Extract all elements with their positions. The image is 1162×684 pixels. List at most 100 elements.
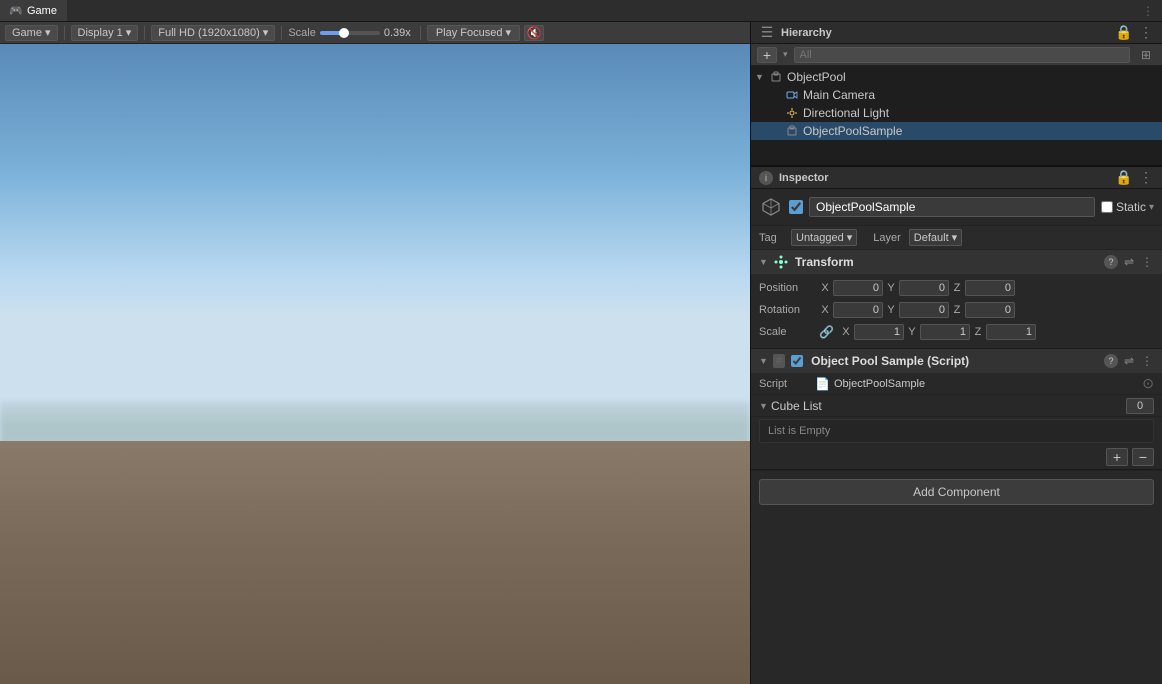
static-arrow[interactable]: ▾ xyxy=(1149,202,1154,213)
tree-item-directionallight-label: Directional Light xyxy=(803,106,889,120)
transform-help-button[interactable]: ? xyxy=(1104,255,1118,269)
inspector-dots-icon[interactable]: ⋮ xyxy=(1138,170,1154,186)
script-label: Script xyxy=(759,378,809,390)
script-file-row: Script 📄 ObjectPoolSample ⊙ xyxy=(751,373,1162,395)
tree-item-objectpoolsample[interactable]: ObjectPoolSample xyxy=(751,122,1162,140)
position-y-axis: Y xyxy=(885,282,897,294)
transform-title: Transform xyxy=(795,255,1100,269)
tag-dropdown[interactable]: Untagged ▾ xyxy=(791,229,857,246)
layer-dropdown[interactable]: Default ▾ xyxy=(909,229,962,246)
maincamera-icon xyxy=(785,88,799,102)
script-help-button[interactable]: ? xyxy=(1104,354,1118,368)
tree-item-objectpoolsample-label: ObjectPoolSample xyxy=(803,124,902,138)
script-component: ▼ # Object Pool Sample (Script) ? ⇌ ⋮ Sc… xyxy=(751,349,1162,470)
list-remove-button[interactable]: − xyxy=(1132,448,1154,466)
scale-y-axis: Y xyxy=(906,326,918,338)
cube-list-arrow[interactable]: ▼ xyxy=(759,401,771,411)
scale-label: Scale xyxy=(288,27,316,39)
script-file-icon: 📄 xyxy=(815,377,830,391)
game-tab[interactable]: 🎮 Game xyxy=(0,0,67,21)
scale-y-input[interactable] xyxy=(920,324,970,340)
script-component-header[interactable]: ▼ # Object Pool Sample (Script) ? ⇌ ⋮ xyxy=(751,349,1162,373)
scale-x-input[interactable] xyxy=(854,324,904,340)
top-tab-bar: 🎮 Game ⋮ xyxy=(0,0,1162,22)
game-tab-label: Game xyxy=(27,5,57,17)
layer-label: Layer xyxy=(873,232,901,244)
rotation-y-input[interactable] xyxy=(899,302,949,318)
hierarchy-add-arrow: ▾ xyxy=(783,49,788,60)
resolution-dropdown-label: Full HD (1920x1080) xyxy=(158,27,260,39)
script-preset-button[interactable]: ⇌ xyxy=(1122,354,1136,368)
object-cube-icon xyxy=(759,195,783,219)
resolution-dropdown[interactable]: Full HD (1920x1080) ▾ xyxy=(151,25,275,41)
game-dropdown-label: Game xyxy=(12,27,42,39)
rotation-row: Rotation X Y Z xyxy=(759,300,1154,320)
inspector-header: i Inspector 🔒 ⋮ xyxy=(751,167,1162,189)
position-x-input[interactable] xyxy=(833,280,883,296)
focused-play-button[interactable]: Play Focused ▾ xyxy=(427,25,520,41)
inspector-panel: i Inspector 🔒 ⋮ xyxy=(751,167,1162,684)
position-x-axis: X xyxy=(819,282,831,294)
toolbar-divider-4 xyxy=(420,26,421,40)
tree-item-objectpool[interactable]: ▼ ObjectPool xyxy=(751,68,1162,86)
game-dropdown[interactable]: Game ▾ xyxy=(5,25,58,41)
list-empty-text: List is Empty xyxy=(768,425,830,437)
scale-z-input[interactable] xyxy=(986,324,1036,340)
rotation-z-input[interactable] xyxy=(965,302,1015,318)
position-z-input[interactable] xyxy=(965,280,1015,296)
display-dropdown[interactable]: Display 1 ▾ xyxy=(71,25,139,41)
script-menu-button[interactable]: ⋮ xyxy=(1140,354,1154,368)
toolbar-divider-1 xyxy=(64,26,65,40)
game-dropdown-arrow: ▾ xyxy=(45,26,51,39)
transform-menu-button[interactable]: ⋮ xyxy=(1140,255,1154,269)
tree-arrow-objectpool: ▼ xyxy=(755,72,769,82)
script-goto-icon[interactable]: ⊙ xyxy=(1142,375,1154,392)
resolution-dropdown-arrow: ▾ xyxy=(263,26,269,39)
static-label: Static xyxy=(1116,200,1146,214)
game-viewport xyxy=(0,44,750,684)
mute-icon: 🔇 xyxy=(527,26,542,40)
script-component-arrow: ▼ xyxy=(759,356,769,366)
tag-value: Untagged xyxy=(796,232,844,244)
transform-body: Position X Y Z Rot xyxy=(751,274,1162,348)
scale-z-axis: Z xyxy=(972,326,984,338)
objectpoolsample-icon xyxy=(785,124,799,138)
viewport-sky xyxy=(0,44,750,460)
object-name-field[interactable] xyxy=(809,197,1095,217)
hierarchy-header: ☰ Hierarchy 🔒 ⋮ xyxy=(751,22,1162,44)
main-layout: Game ▾ Display 1 ▾ Full HD (1920x1080) ▾… xyxy=(0,22,1162,684)
transform-header[interactable]: ▼ Transform ? ⇌ xyxy=(751,250,1162,274)
static-checkbox[interactable] xyxy=(1101,201,1113,213)
position-row: Position X Y Z xyxy=(759,278,1154,298)
hierarchy-expand-icon[interactable]: ⊞ xyxy=(1136,47,1156,63)
position-y-input[interactable] xyxy=(899,280,949,296)
tree-item-maincamera[interactable]: Main Camera xyxy=(751,86,1162,104)
hierarchy-lock-icon[interactable]: 🔒 xyxy=(1116,25,1132,41)
object-header-row: Static ▾ xyxy=(751,189,1162,226)
scale-fields: 🔗 X Y Z xyxy=(819,324,1154,340)
hierarchy-search-input[interactable] xyxy=(794,47,1130,63)
scale-slider-container: Scale 0.39x xyxy=(288,27,414,39)
hierarchy-tree: ▼ ObjectPool xyxy=(751,66,1162,165)
scale-slider[interactable] xyxy=(320,31,380,35)
tag-label: Tag xyxy=(759,232,783,244)
rotation-y-axis: Y xyxy=(885,304,897,316)
layer-value: Default xyxy=(914,232,949,244)
cube-list-count[interactable]: 0 xyxy=(1126,398,1154,414)
tree-item-directionallight[interactable]: Directional Light xyxy=(751,104,1162,122)
object-enabled-checkbox[interactable] xyxy=(789,200,803,214)
mute-button[interactable]: 🔇 xyxy=(524,25,544,41)
transform-preset-button[interactable]: ⇌ xyxy=(1122,255,1136,269)
tab-drag-handle: ⋮ xyxy=(1134,4,1162,18)
script-enabled-checkbox[interactable] xyxy=(791,355,803,367)
focused-play-label: Play Focused xyxy=(436,27,503,39)
position-z-axis: Z xyxy=(951,282,963,294)
add-component-button[interactable]: Add Component xyxy=(759,479,1154,505)
list-add-button[interactable]: + xyxy=(1106,448,1128,466)
inspector-lock-icon[interactable]: 🔒 xyxy=(1116,170,1132,186)
layer-arrow: ▾ xyxy=(952,231,958,244)
hierarchy-add-button[interactable]: + xyxy=(757,47,777,63)
hierarchy-dots-icon[interactable]: ⋮ xyxy=(1138,25,1154,41)
rotation-x-input[interactable] xyxy=(833,302,883,318)
script-value-container: 📄 ObjectPoolSample xyxy=(815,377,1136,391)
